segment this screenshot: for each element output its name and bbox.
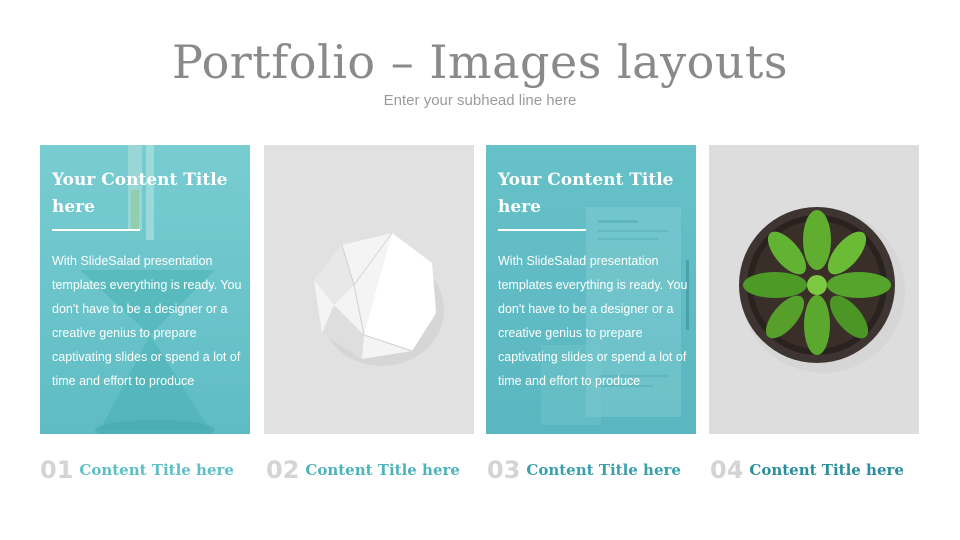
caption-label[interactable]: Content Title here [305, 461, 460, 479]
caption-2: 02 Content Title here [266, 456, 460, 490]
card-title-line1: Your Content Title [498, 170, 674, 190]
caption-number: 04 [710, 456, 744, 484]
portfolio-card-1[interactable]: Your Content Title here With SlideSalad … [40, 145, 250, 434]
title-underline [498, 229, 586, 231]
caption-number: 02 [266, 456, 300, 484]
portfolio-card-3[interactable]: Your Content Title here With SlideSalad … [486, 145, 696, 434]
caption-number: 01 [40, 456, 74, 484]
caption-1: 01 Content Title here [40, 456, 234, 490]
caption-3: 03 Content Title here [487, 456, 681, 490]
white-geometric-ball-image [314, 232, 444, 366]
card-title-line1: Your Content Title [52, 170, 228, 190]
card-body-text: With SlideSalad presentation templates e… [498, 254, 688, 388]
portfolio-card-4[interactable] [709, 145, 919, 434]
page-subtitle: Enter your subhead line here [383, 92, 577, 109]
card-body-text: With SlideSalad presentation templates e… [52, 254, 242, 388]
card-title-line2: here [52, 197, 95, 217]
caption-label[interactable]: Content Title here [526, 461, 681, 479]
caption-4: 04 Content Title here [710, 456, 904, 490]
card-title-line2: here [498, 197, 541, 217]
caption-label[interactable]: Content Title here [749, 461, 904, 479]
page-title: Portfolio – Images layouts [172, 35, 788, 89]
caption-label[interactable]: Content Title here [79, 461, 234, 479]
title-underline [52, 229, 140, 231]
potted-plant-image [739, 207, 905, 373]
caption-number: 03 [487, 456, 521, 484]
portfolio-card-2[interactable] [264, 145, 474, 434]
